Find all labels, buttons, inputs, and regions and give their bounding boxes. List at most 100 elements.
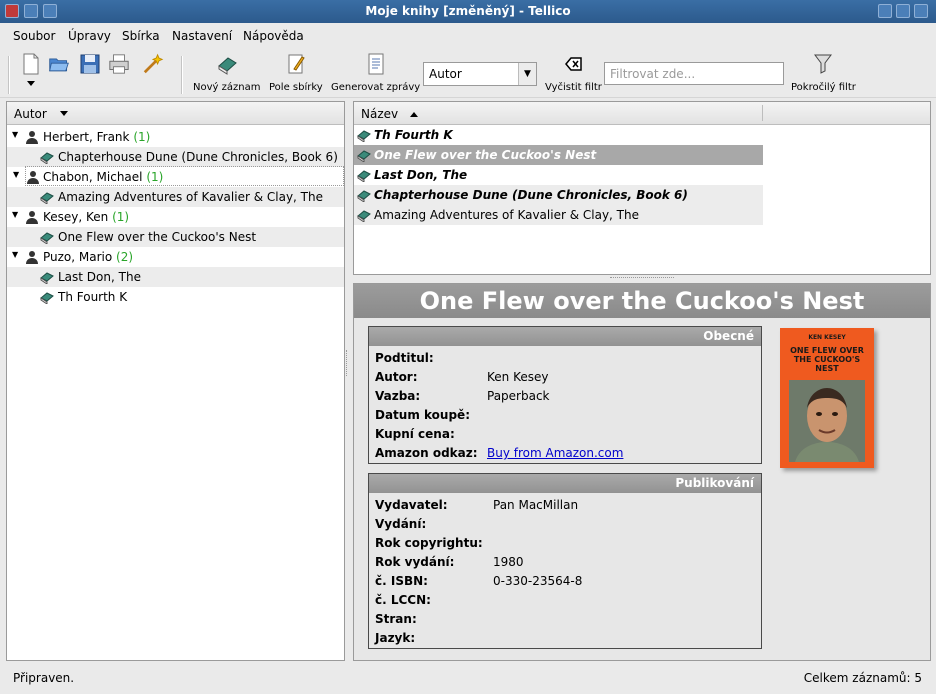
filter-input[interactable]: Filtrovat zde...: [604, 62, 784, 85]
tree-group-row[interactable]: ▼ Chabon, Michael (1): [13, 166, 344, 186]
list-row-selected[interactable]: One Flew over the Cuckoo's Nest: [354, 145, 763, 165]
book-icon: [357, 170, 371, 182]
tree-book-row[interactable]: Last Don, The: [7, 267, 344, 287]
column-divider[interactable]: [762, 105, 763, 121]
list-row-title: Last Don, The: [374, 168, 468, 182]
group-by-combo[interactable]: Autor ▼: [423, 62, 537, 86]
sort-ascending-icon: [410, 112, 418, 117]
collection-fields-label: Pole sbírky: [269, 82, 323, 93]
list-row-title: Th Fourth K: [374, 128, 453, 142]
list-row[interactable]: Th Fourth K: [354, 125, 763, 145]
clear-filter-icon: [565, 57, 583, 71]
book-title: One Flew over the Cuckoo's Nest: [58, 230, 257, 244]
close-button[interactable]: [914, 4, 928, 18]
wizard-button[interactable]: [142, 52, 164, 76]
menu-edit[interactable]: Úpravy: [68, 29, 111, 43]
window-title: Moje knihy [změněný] - Tellico: [365, 4, 571, 18]
tree-book-row[interactable]: Chapterhouse Dune (Dune Chronicles, Book…: [7, 147, 344, 167]
author-name: Puzo, Mario: [43, 250, 113, 264]
chevron-down-icon[interactable]: ▼: [518, 63, 536, 85]
tree-book-row[interactable]: Th Fourth K: [7, 287, 344, 307]
list-row[interactable]: Amazing Adventures of Kavalier & Clay, T…: [354, 205, 763, 225]
tree-book-row[interactable]: Amazing Adventures of Kavalier & Clay, T…: [7, 187, 344, 207]
collection-fields-button[interactable]: Pole sbírky: [269, 52, 323, 93]
amazon-link[interactable]: Buy from Amazon.com: [487, 446, 623, 460]
book-cover-image: KEN KESEY ONE FLEW OVER THE CUCKOO'S NES…: [780, 328, 874, 468]
binding-value: Paperback: [487, 389, 550, 403]
group-by-value: Autor: [429, 67, 462, 81]
maximize-button[interactable]: [896, 4, 910, 18]
cover-author: KEN KESEY: [808, 334, 846, 341]
advanced-filter-button[interactable]: Pokročilý filtr: [791, 52, 856, 93]
pub-year-value: 1980: [493, 555, 524, 569]
menu-settings[interactable]: Nastavení: [172, 29, 232, 43]
splitter-handle[interactable]: [346, 350, 350, 376]
list-row[interactable]: Chapterhouse Dune (Dune Chronicles, Book…: [354, 185, 763, 205]
field-label: Vydavatel:: [375, 498, 448, 512]
group-view-header[interactable]: Autor: [7, 102, 344, 125]
expand-arrow-icon[interactable]: ▼: [12, 250, 18, 259]
title-bar: Moje knihy [změněný] - Tellico: [0, 0, 936, 23]
open-button[interactable]: [48, 52, 70, 76]
list-row-title: Chapterhouse Dune (Dune Chronicles, Book…: [374, 188, 688, 202]
author-count: (1): [112, 210, 130, 224]
publishing-section: Publikování Vydavatel: Pan MacMillan Vyd…: [368, 473, 762, 649]
author-name: Herbert, Frank: [43, 130, 130, 144]
author-count: (2): [116, 250, 134, 264]
author-name: Chabon, Michael: [43, 170, 143, 184]
magic-wand-icon: [143, 53, 164, 74]
entry-count: Celkem záznamů: 5: [803, 671, 922, 685]
publisher-value: Pan MacMillan: [493, 498, 579, 512]
isbn-value: 0-330-23564-8: [493, 574, 583, 588]
generate-reports-button[interactable]: Generovat zprávy: [331, 52, 420, 93]
book-title: Chapterhouse Dune (Dune Chronicles, Book…: [58, 150, 338, 164]
field-label: Stran:: [375, 612, 417, 626]
list-row-title: Amazing Adventures of Kavalier & Clay, T…: [374, 208, 639, 222]
book-icon: [40, 292, 54, 304]
tree-group-row[interactable]: ▼ Puzo, Mario (2): [7, 247, 344, 267]
menu-bar: Soubor Úpravy Sbírka Nastavení Nápověda: [0, 24, 936, 48]
print-button[interactable]: [108, 52, 130, 76]
menu-help[interactable]: Nápověda: [243, 29, 304, 43]
expand-arrow-icon[interactable]: ▼: [12, 130, 18, 139]
field-label: Autor:: [375, 370, 418, 384]
floppy-disk-icon: [80, 54, 100, 74]
list-header[interactable]: Název: [354, 102, 930, 125]
person-icon: [26, 251, 38, 264]
splitter-handle[interactable]: [610, 277, 674, 280]
field-label: Amazon odkaz:: [375, 446, 478, 460]
tree-group-row[interactable]: ▼ Herbert, Frank (1): [7, 127, 344, 147]
book-icon: [217, 57, 237, 75]
field-label: č. LCCN:: [375, 593, 431, 607]
status-bar: Připraven. Celkem záznamů: 5: [0, 664, 936, 694]
new-entry-button[interactable]: Nový záznam: [193, 52, 260, 93]
minimize-button[interactable]: [878, 4, 892, 18]
expand-arrow-icon[interactable]: ▼: [13, 170, 19, 179]
field-label: Jazyk:: [375, 631, 416, 645]
clear-filter-button[interactable]: Vyčistit filtr: [545, 52, 602, 93]
field-label: Kupní cena:: [375, 427, 455, 441]
menu-file[interactable]: Soubor: [13, 29, 55, 43]
field-label: č. ISBN:: [375, 574, 428, 588]
sort-arrow-icon: [60, 111, 68, 116]
new-entry-label: Nový záznam: [193, 82, 261, 93]
list-row[interactable]: Last Don, The: [354, 165, 763, 185]
author-count: (1): [133, 130, 151, 144]
funnel-icon: [814, 54, 833, 74]
field-label: Rok vydání:: [375, 555, 455, 569]
field-label: Datum koupě:: [375, 408, 470, 422]
list-header-label: Název: [361, 107, 399, 121]
entry-list-view: Název Th Fourth K One Flew over the Cuck…: [353, 101, 931, 275]
cover-title: ONE FLEW OVER THE CUCKOO'S NEST: [790, 346, 864, 373]
advanced-filter-label: Pokročilý filtr: [791, 82, 856, 93]
entry-title: One Flew over the Cuckoo's Nest: [354, 284, 930, 318]
menu-collection[interactable]: Sbírka: [122, 29, 160, 43]
tree-book-row[interactable]: One Flew over the Cuckoo's Nest: [7, 227, 344, 247]
new-document-button[interactable]: [20, 52, 42, 88]
general-section-header: Obecné: [369, 327, 761, 346]
person-icon: [26, 131, 38, 144]
book-icon: [40, 192, 54, 204]
save-button[interactable]: [79, 52, 101, 76]
tree-group-row[interactable]: ▼ Kesey, Ken (1): [7, 207, 344, 227]
expand-arrow-icon[interactable]: ▼: [12, 210, 18, 219]
